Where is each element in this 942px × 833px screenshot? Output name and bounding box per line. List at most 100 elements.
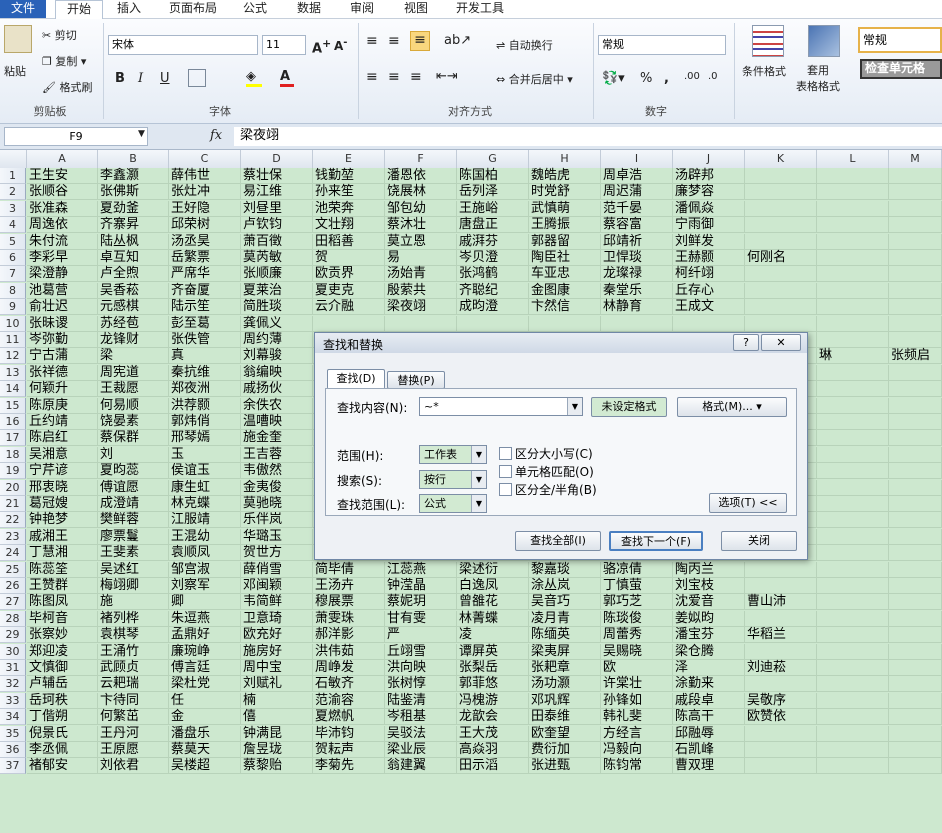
- look-in-select[interactable]: 公式 ▼: [419, 494, 487, 513]
- tab-file[interactable]: 文件: [0, 0, 46, 18]
- cell[interactable]: [745, 758, 817, 775]
- chevron-down-icon[interactable]: ▼: [471, 471, 486, 488]
- cell[interactable]: [889, 660, 942, 676]
- cell[interactable]: 莫立恩: [385, 233, 457, 250]
- cell[interactable]: 陈高干: [673, 709, 745, 726]
- cell[interactable]: 王斐素: [98, 545, 169, 562]
- cell[interactable]: [817, 250, 889, 266]
- cell[interactable]: 蔡黎贻: [241, 758, 313, 775]
- cell[interactable]: 夏劲釜: [98, 200, 169, 217]
- cell[interactable]: 傅言廷: [169, 660, 241, 676]
- cell[interactable]: [313, 315, 385, 332]
- cell[interactable]: [889, 643, 942, 660]
- cell[interactable]: [745, 233, 817, 250]
- column-header[interactable]: C: [169, 150, 241, 168]
- row-header[interactable]: 22: [0, 512, 26, 529]
- cell[interactable]: 饶展林: [385, 184, 457, 201]
- name-box[interactable]: F9: [4, 127, 148, 146]
- cell[interactable]: 蔡容富: [601, 217, 673, 234]
- cell[interactable]: 卢全煦: [98, 266, 169, 283]
- tab-home[interactable]: 开始: [55, 0, 103, 20]
- cell[interactable]: [745, 742, 817, 758]
- cell[interactable]: 王混幼: [169, 528, 241, 545]
- cell[interactable]: 邹包幼: [385, 200, 457, 217]
- cell[interactable]: 梁夜翊: [385, 299, 457, 316]
- cell[interactable]: 真: [169, 348, 241, 365]
- cell[interactable]: 秦堂乐: [601, 282, 673, 299]
- cell[interactable]: [889, 266, 942, 283]
- cell[interactable]: 李菊先: [313, 758, 385, 775]
- cell[interactable]: 文慎御: [27, 660, 98, 676]
- cell[interactable]: 欧奎望: [529, 725, 601, 742]
- row-header[interactable]: 31: [0, 660, 26, 676]
- format-button[interactable]: 格式(M)... ▾: [677, 397, 787, 417]
- cell[interactable]: [745, 315, 817, 332]
- cell[interactable]: 蔡莫天: [169, 742, 241, 758]
- cell[interactable]: 龚佩义: [241, 315, 313, 332]
- cell[interactable]: 钟满昆: [241, 725, 313, 742]
- cell[interactable]: 周迟蒲: [601, 184, 673, 201]
- cell[interactable]: 陈蕊筌: [27, 561, 98, 578]
- chevron-down-icon[interactable]: ▼: [567, 398, 582, 415]
- row-header[interactable]: 25: [0, 561, 26, 578]
- font-name-select[interactable]: 宋体: [108, 35, 258, 55]
- cell[interactable]: 邓闽颖: [241, 578, 313, 594]
- cell[interactable]: 云介融: [313, 299, 385, 316]
- fill-color-icon[interactable]: ◈: [246, 69, 262, 87]
- cell[interactable]: [889, 594, 942, 611]
- cell[interactable]: 何颖升: [27, 381, 98, 398]
- cell[interactable]: 华稻兰: [745, 627, 817, 644]
- italic-icon[interactable]: I: [138, 71, 143, 86]
- cell[interactable]: 张频启: [889, 348, 942, 365]
- cell[interactable]: 楠: [241, 692, 313, 709]
- cell[interactable]: 林静育: [601, 299, 673, 316]
- cell[interactable]: 陆鉴清: [385, 692, 457, 709]
- column-header[interactable]: J: [673, 150, 745, 168]
- font-color-icon[interactable]: A: [280, 69, 294, 87]
- cell[interactable]: 戚段卓: [673, 692, 745, 709]
- cell[interactable]: 周逸依: [27, 217, 98, 234]
- name-box-dropdown-icon[interactable]: ▼: [138, 129, 145, 139]
- cell[interactable]: [889, 250, 942, 266]
- cell[interactable]: 殷萦共: [385, 282, 457, 299]
- cell[interactable]: 康生虹: [169, 479, 241, 496]
- cell[interactable]: [889, 742, 942, 758]
- row-header[interactable]: 20: [0, 479, 26, 496]
- row-header[interactable]: 24: [0, 545, 26, 562]
- cell[interactable]: 池荣奔: [313, 200, 385, 217]
- cell[interactable]: 琳: [817, 348, 889, 365]
- cell[interactable]: 张鸿鹤: [457, 266, 529, 283]
- cell[interactable]: [817, 282, 889, 299]
- cell[interactable]: 毕沛钧: [313, 725, 385, 742]
- cell[interactable]: 郭菲悠: [457, 676, 529, 693]
- cell[interactable]: 陆示笙: [169, 299, 241, 316]
- cell[interactable]: 褚列桦: [98, 610, 169, 627]
- conditional-format-button[interactable]: 条件格式: [742, 63, 786, 79]
- cell[interactable]: 潘恩依: [385, 168, 457, 184]
- row-header[interactable]: 15: [0, 397, 26, 414]
- cell[interactable]: [457, 315, 529, 332]
- row-header[interactable]: 14: [0, 381, 26, 398]
- cell[interactable]: [817, 676, 889, 693]
- cell[interactable]: [889, 446, 942, 463]
- cell[interactable]: [889, 709, 942, 726]
- align-right-icon[interactable]: ≡: [410, 69, 422, 85]
- cell[interactable]: [817, 168, 889, 184]
- cell[interactable]: 陈琰俊: [601, 610, 673, 627]
- cell[interactable]: 韦傲然: [241, 463, 313, 480]
- chevron-down-icon[interactable]: ▼: [471, 446, 486, 463]
- cell[interactable]: [889, 692, 942, 709]
- cell[interactable]: 张灶冲: [169, 184, 241, 201]
- wrap-text-button[interactable]: ⇌ 自动换行: [496, 37, 553, 53]
- cell[interactable]: 欧贡界: [313, 266, 385, 283]
- chevron-down-icon[interactable]: ▼: [471, 495, 486, 512]
- table-format-button[interactable]: 套用 表格格式: [796, 63, 840, 95]
- cell[interactable]: 饶晏素: [98, 414, 169, 430]
- cell[interactable]: 甘有雯: [385, 610, 457, 627]
- cell[interactable]: 金夷俊: [241, 479, 313, 496]
- comma-icon[interactable]: ,: [664, 71, 669, 86]
- row-header[interactable]: 16: [0, 414, 26, 430]
- cell[interactable]: 周约薄: [241, 332, 313, 348]
- cell[interactable]: [889, 168, 942, 184]
- cell[interactable]: 贺世方: [241, 545, 313, 562]
